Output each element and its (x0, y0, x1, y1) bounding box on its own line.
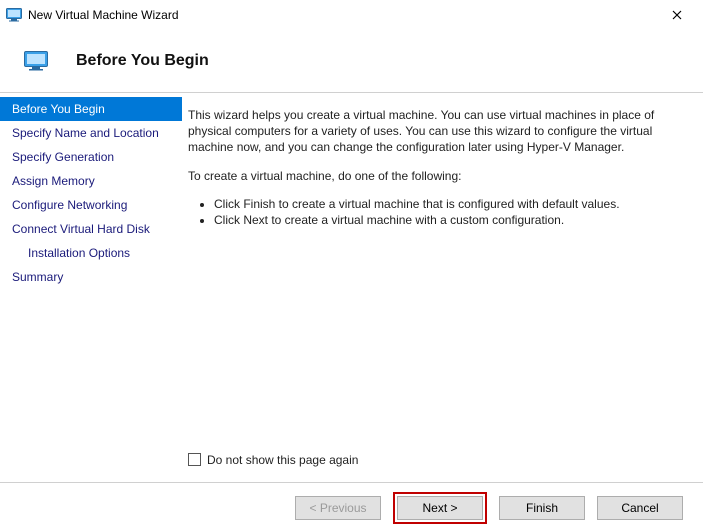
do-not-show-label: Do not show this page again (207, 452, 358, 468)
nav-installation-options[interactable]: Installation Options (0, 241, 182, 265)
nav-specify-generation[interactable]: Specify Generation (0, 145, 182, 169)
nav-summary[interactable]: Summary (0, 265, 182, 289)
nav-assign-memory[interactable]: Assign Memory (0, 169, 182, 193)
bullet-list: Click Finish to create a virtual machine… (188, 196, 681, 228)
nav-configure-networking[interactable]: Configure Networking (0, 193, 182, 217)
vm-icon (24, 51, 48, 71)
wizard-nav: Before You Begin Specify Name and Locati… (0, 93, 182, 482)
wizard-footer: < Previous Next > Finish Cancel (0, 482, 703, 532)
next-button[interactable]: Next > (397, 496, 483, 520)
prompt-text: To create a virtual machine, do one of t… (188, 168, 681, 184)
wizard-body: Before You Begin Specify Name and Locati… (0, 92, 703, 482)
intro-text: This wizard helps you create a virtual m… (188, 107, 681, 156)
do-not-show-checkbox[interactable] (188, 453, 201, 466)
nav-before-you-begin[interactable]: Before You Begin (0, 97, 182, 121)
finish-button[interactable]: Finish (499, 496, 585, 520)
do-not-show-row[interactable]: Do not show this page again (188, 452, 681, 468)
close-button[interactable] (657, 1, 697, 29)
wizard-content: This wizard helps you create a virtual m… (182, 93, 703, 482)
wizard-header: Before You Begin (0, 30, 703, 92)
nav-connect-vhd[interactable]: Connect Virtual Hard Disk (0, 217, 182, 241)
bullet-item: Click Next to create a virtual machine w… (214, 212, 681, 228)
previous-button: < Previous (295, 496, 381, 520)
window-title: New Virtual Machine Wizard (28, 8, 657, 22)
page-heading: Before You Begin (76, 52, 209, 70)
nav-specify-name-location[interactable]: Specify Name and Location (0, 121, 182, 145)
app-icon (6, 7, 22, 23)
cancel-button[interactable]: Cancel (597, 496, 683, 520)
titlebar: New Virtual Machine Wizard (0, 0, 703, 30)
bullet-item: Click Finish to create a virtual machine… (214, 196, 681, 212)
